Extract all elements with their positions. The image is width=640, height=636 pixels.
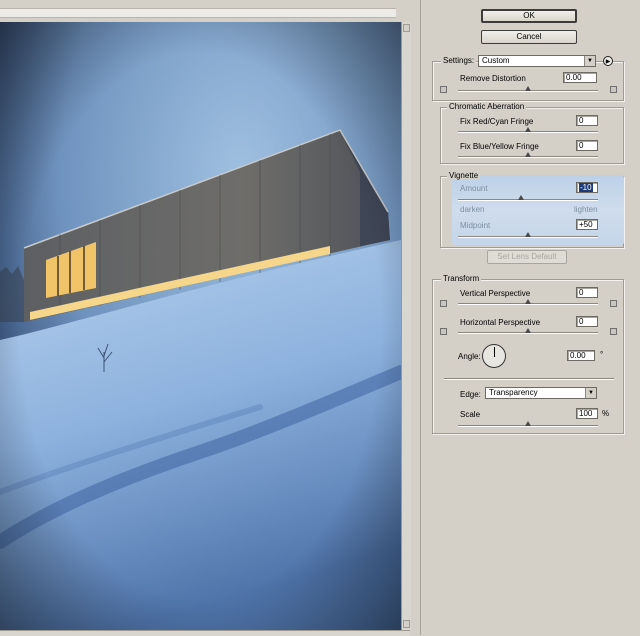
horizontal-perspective-field[interactable]: 0	[576, 316, 598, 327]
horizontal-scrollbar[interactable]	[0, 630, 410, 636]
angle-dial-hand	[494, 347, 495, 357]
amount-slider-thumb[interactable]	[518, 195, 524, 200]
horizontal-perspective-left-icon	[440, 328, 447, 335]
darken-label: darken	[460, 205, 485, 214]
horizontal-perspective-slider-thumb[interactable]	[525, 328, 531, 333]
scroll-up-arrow-icon[interactable]	[403, 24, 410, 32]
edge-label: Edge:	[460, 390, 481, 399]
vertical-perspective-slider-thumb[interactable]	[525, 299, 531, 304]
blue-yellow-slider-thumb[interactable]	[525, 152, 531, 157]
remove-distortion-label: Remove Distortion	[460, 74, 526, 83]
vertical-perspective-label: Vertical Perspective	[460, 289, 531, 298]
transform-title: Transform	[441, 274, 482, 283]
remove-distortion-slider-thumb[interactable]	[525, 86, 531, 91]
red-cyan-field[interactable]: 0	[576, 115, 598, 126]
vignette-title: Vignette	[447, 171, 481, 180]
transform-separator	[444, 378, 614, 380]
settings-label: Settings:	[441, 56, 477, 65]
amount-value: -10	[579, 183, 593, 192]
lighten-label: lighten	[574, 205, 598, 214]
preview-top-strip	[0, 0, 410, 22]
set-lens-default-button[interactable]: Set Lens Default	[487, 250, 567, 264]
horizontal-perspective-right-icon	[610, 328, 617, 335]
scale-slider-thumb[interactable]	[525, 421, 531, 426]
red-cyan-slider-thumb[interactable]	[525, 127, 531, 132]
pincushion-icon[interactable]	[440, 86, 447, 93]
vertical-perspective-right-icon	[610, 300, 617, 307]
blue-yellow-label: Fix Blue/Yellow Fringe	[460, 142, 539, 151]
ok-button[interactable]: OK	[481, 9, 577, 23]
cancel-button[interactable]: Cancel	[481, 30, 577, 44]
vertical-scrollbar[interactable]	[401, 22, 411, 630]
angle-label: Angle:	[458, 352, 481, 361]
angle-unit: °	[600, 350, 604, 359]
settings-value: Custom	[482, 56, 510, 65]
image-preview[interactable]	[0, 22, 401, 630]
angle-field[interactable]: 0.00	[567, 350, 595, 361]
scale-unit: %	[602, 409, 610, 418]
settings-select[interactable]: Custom ▼	[478, 55, 596, 67]
chevron-down-icon: ▼	[584, 56, 595, 66]
chevron-down-icon: ▼	[585, 388, 596, 398]
scale-field[interactable]: 100	[576, 408, 598, 419]
vertical-perspective-left-icon	[440, 300, 447, 307]
amount-label: Amount	[460, 184, 488, 193]
midpoint-label: Midpoint	[460, 221, 491, 230]
vertical-perspective-field[interactable]: 0	[576, 287, 598, 298]
barrel-icon[interactable]	[610, 86, 617, 93]
blue-yellow-field[interactable]: 0	[576, 140, 598, 151]
midpoint-slider-thumb[interactable]	[525, 232, 531, 237]
edge-select[interactable]: Transparency ▼	[485, 387, 597, 399]
red-cyan-label: Fix Red/Cyan Fringe	[460, 117, 534, 126]
amount-field[interactable]: -10	[576, 182, 598, 193]
midpoint-field[interactable]: +50	[576, 219, 598, 230]
horizontal-perspective-label: Horizontal Perspective	[460, 318, 541, 327]
angle-dial-icon[interactable]	[482, 344, 506, 368]
edge-value: Transparency	[489, 388, 538, 397]
scroll-down-arrow-icon[interactable]	[403, 620, 410, 628]
amount-track[interactable]	[458, 199, 598, 201]
scale-label: Scale	[460, 410, 481, 419]
circle-arrow-right-icon[interactable]: ▶	[603, 56, 613, 66]
horizontal-ruler	[0, 8, 396, 18]
photo-snow-house	[0, 22, 401, 630]
remove-distortion-field[interactable]: 0.00	[563, 72, 597, 83]
panel-divider	[420, 0, 421, 635]
chromatic-aberration-title: Chromatic Aberration	[447, 102, 527, 111]
